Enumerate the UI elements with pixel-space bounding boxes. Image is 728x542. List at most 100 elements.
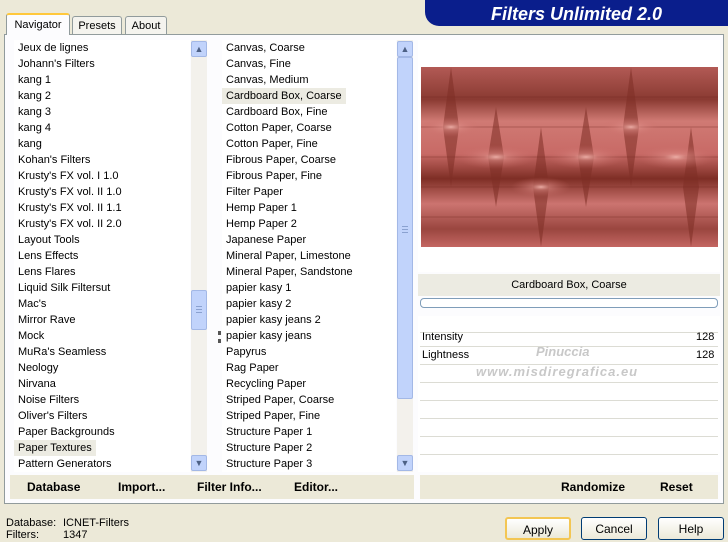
list-item-label: Papyrus — [226, 346, 267, 358]
list-item[interactable]: Rag Paper — [222, 360, 396, 376]
list-item[interactable]: Pattern Generators — [14, 456, 190, 472]
list-item[interactable]: Hemp Paper 1 — [222, 200, 396, 216]
list-item-label: papier kasy jeans — [226, 330, 312, 342]
filter-list[interactable]: Canvas, Coarse Canvas, Fine Canvas, Medium… — [222, 40, 396, 472]
list-item[interactable]: Striped Paper, Coarse — [222, 392, 396, 408]
list-item[interactable]: Kohan's Filters — [14, 152, 190, 168]
list-item-label: Jeux de lignes — [18, 42, 89, 54]
list-item[interactable]: kang 1 — [14, 72, 190, 88]
database-status-label: Database: — [6, 517, 57, 529]
list-item[interactable]: MuRa's Seamless — [14, 344, 190, 360]
param-value-intensity[interactable]: 128 — [696, 331, 714, 343]
list-item-label: Krusty's FX vol. I 1.0 — [18, 170, 119, 182]
list-item[interactable]: Cotton Paper, Coarse — [222, 120, 396, 136]
reset-button[interactable]: Reset — [660, 480, 693, 494]
list-item-label: Layout Tools — [18, 234, 80, 246]
list-item[interactable]: Krusty's FX vol. II 2.0 — [14, 216, 190, 232]
tab-presets[interactable]: Presets — [72, 16, 122, 34]
list-item[interactable]: papier kasy 2 — [222, 296, 396, 312]
help-button[interactable]: Help — [658, 517, 724, 540]
scroll-thumb[interactable] — [191, 290, 207, 330]
import-button[interactable]: Import... — [118, 480, 165, 494]
category-list[interactable]: Jeux de lignes Johann's Filters kang 1 kang… — [14, 40, 190, 472]
list-item[interactable]: Nirvana — [14, 376, 190, 392]
list-item[interactable]: Neology — [14, 360, 190, 376]
randomize-button[interactable]: Randomize — [561, 480, 625, 494]
list-item[interactable]: kang 4 — [14, 120, 190, 136]
list-item[interactable]: Japanese Paper — [222, 232, 396, 248]
list-item[interactable]: Jeux de lignes — [14, 40, 190, 56]
list-item[interactable]: kang 3 — [14, 104, 190, 120]
scroll-up-icon[interactable]: ▲ — [397, 41, 413, 57]
tab-about[interactable]: About — [125, 16, 167, 34]
param-value-lightness[interactable]: 128 — [696, 349, 714, 361]
list-item[interactable]: Paper Textures — [14, 440, 190, 456]
list-item[interactable]: Mineral Paper, Limestone — [222, 248, 396, 264]
list-item[interactable]: Canvas, Coarse — [222, 40, 396, 56]
list-item-label: Nirvana — [18, 378, 56, 390]
list-item[interactable]: Structure Paper 2 — [222, 440, 396, 456]
tab-navigator[interactable]: Navigator — [6, 13, 70, 35]
list-item[interactable]: kang 2 — [14, 88, 190, 104]
list-item-label: Lens Flares — [18, 266, 76, 278]
list-item-label: Krusty's FX vol. II 2.0 — [18, 218, 122, 230]
cancel-button[interactable]: Cancel — [581, 517, 647, 540]
list-item[interactable]: Cardboard Box, Coarse — [222, 88, 396, 104]
list-item[interactable]: Canvas, Fine — [222, 56, 396, 72]
list-item[interactable]: Lens Flares — [14, 264, 190, 280]
scroll-down-icon[interactable]: ▼ — [191, 455, 207, 471]
filter-scrollbar[interactable]: ▲ ▼ — [397, 40, 413, 472]
preview-texture — [421, 67, 718, 247]
scroll-down-icon[interactable]: ▼ — [397, 455, 413, 471]
list-item-label: Lens Effects — [18, 250, 79, 262]
list-item[interactable]: Canvas, Medium — [222, 72, 396, 88]
apply-button[interactable]: Apply — [505, 517, 571, 540]
list-item[interactable]: Mirror Rave — [14, 312, 190, 328]
list-item[interactable]: papier kasy 1 — [222, 280, 396, 296]
list-item-label: Recycling Paper — [226, 378, 307, 390]
list-item[interactable]: Mac's — [14, 296, 190, 312]
list-item-label: Cotton Paper, Fine — [226, 138, 318, 150]
watermark-name: Pinuccia — [536, 344, 590, 359]
list-item[interactable]: Fibrous Paper, Coarse — [222, 152, 396, 168]
list-item-label: Hemp Paper 1 — [226, 202, 297, 214]
list-item[interactable]: Papyrus — [222, 344, 396, 360]
list-item-label: Canvas, Coarse — [226, 42, 305, 54]
list-item[interactable]: kang — [14, 136, 190, 152]
list-item[interactable]: papier kasy jeans 2 — [222, 312, 396, 328]
list-item[interactable]: Fibrous Paper, Fine — [222, 168, 396, 184]
list-item[interactable]: Paper Backgrounds — [14, 424, 190, 440]
scroll-up-icon[interactable]: ▲ — [191, 41, 207, 57]
parameters-area — [418, 316, 720, 472]
category-scrollbar[interactable]: ▲ ▼ — [191, 40, 207, 472]
list-item[interactable]: Lens Effects — [14, 248, 190, 264]
database-button[interactable]: Database — [27, 480, 80, 494]
list-item[interactable]: Krusty's FX vol. II 1.0 — [14, 184, 190, 200]
list-item[interactable]: Striped Paper, Fine — [222, 408, 396, 424]
list-item[interactable]: Mineral Paper, Sandstone — [222, 264, 396, 280]
list-item-label: Fibrous Paper, Fine — [226, 170, 322, 182]
list-item[interactable]: Krusty's FX vol. I 1.0 — [14, 168, 190, 184]
list-item[interactable]: Structure Paper 3 — [222, 456, 396, 472]
list-item[interactable]: Layout Tools — [14, 232, 190, 248]
list-item[interactable]: Mock — [14, 328, 190, 344]
editor-button[interactable]: Editor... — [294, 480, 338, 494]
list-item[interactable]: papier kasy jeans — [222, 328, 396, 344]
scroll-thumb[interactable] — [397, 57, 413, 399]
list-item[interactable]: Johann's Filters — [14, 56, 190, 72]
list-item-label: Kohan's Filters — [18, 154, 91, 166]
list-item[interactable]: Krusty's FX vol. II 1.1 — [14, 200, 190, 216]
filter-info-button[interactable]: Filter Info... — [197, 480, 262, 494]
list-item[interactable]: Noise Filters — [14, 392, 190, 408]
list-item[interactable]: Liquid Silk Filtersut — [14, 280, 190, 296]
list-item[interactable]: Cotton Paper, Fine — [222, 136, 396, 152]
list-item[interactable]: Cardboard Box, Fine — [222, 104, 396, 120]
list-item[interactable]: Structure Paper 1 — [222, 424, 396, 440]
list-item[interactable]: Oliver's Filters — [14, 408, 190, 424]
list-item-label: Mineral Paper, Limestone — [226, 250, 351, 262]
watermark-url: www.misdiregrafica.eu — [476, 364, 639, 379]
list-item[interactable]: Hemp Paper 2 — [222, 216, 396, 232]
list-item[interactable]: Recycling Paper — [222, 376, 396, 392]
list-item[interactable]: Filter Paper — [222, 184, 396, 200]
app-title: Filters Unlimited 2.0 — [490, 4, 663, 24]
